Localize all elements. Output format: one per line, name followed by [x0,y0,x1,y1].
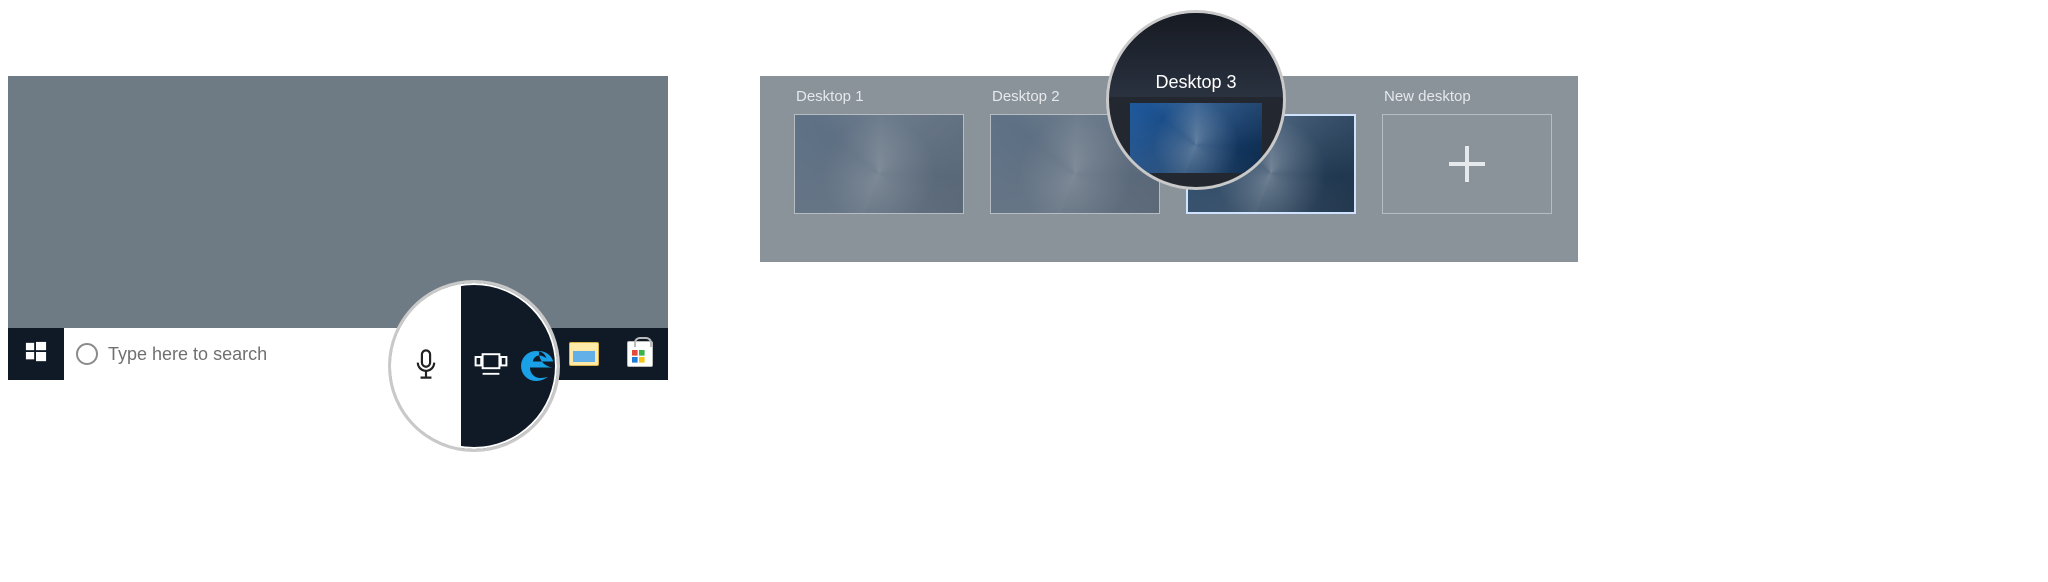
magnified-search-edge [391,283,461,449]
task-view-icon [474,350,508,383]
microphone-icon [415,349,437,384]
magnified-task-view-button[interactable] [461,283,521,449]
magnified-desktop-label-area: Desktop 3 [1109,13,1283,97]
desktop-thumbnail-1[interactable]: Desktop 1 [794,86,964,246]
cortana-ring-icon [76,343,98,365]
magnified-desktop-preview [1130,103,1262,173]
magnified-edge [521,283,557,449]
desktop-label: Desktop 1 [796,88,964,108]
microsoft-store-icon [627,341,653,367]
new-desktop-button[interactable]: New desktop [1382,86,1552,246]
magnified-desktop-label: Desktop 3 [1155,72,1236,93]
search-placeholder: Type here to search [108,344,267,365]
taskbar: Type here to search [8,328,668,380]
new-desktop-tile [1382,114,1552,214]
screenshot-taskbar: Type here to search [8,76,668,380]
microsoft-store-button[interactable] [612,328,668,380]
magnifier-taskview [388,280,560,452]
new-desktop-label: New desktop [1384,88,1552,108]
file-explorer-button[interactable] [556,328,612,380]
magnifier-desktop3: Desktop 3 [1106,10,1286,190]
desktop-preview [794,114,964,214]
plus-icon [1449,146,1485,182]
file-explorer-icon [569,342,599,366]
start-button[interactable] [8,328,64,380]
search-box[interactable]: Type here to search [64,328,444,380]
start-icon [25,341,47,368]
